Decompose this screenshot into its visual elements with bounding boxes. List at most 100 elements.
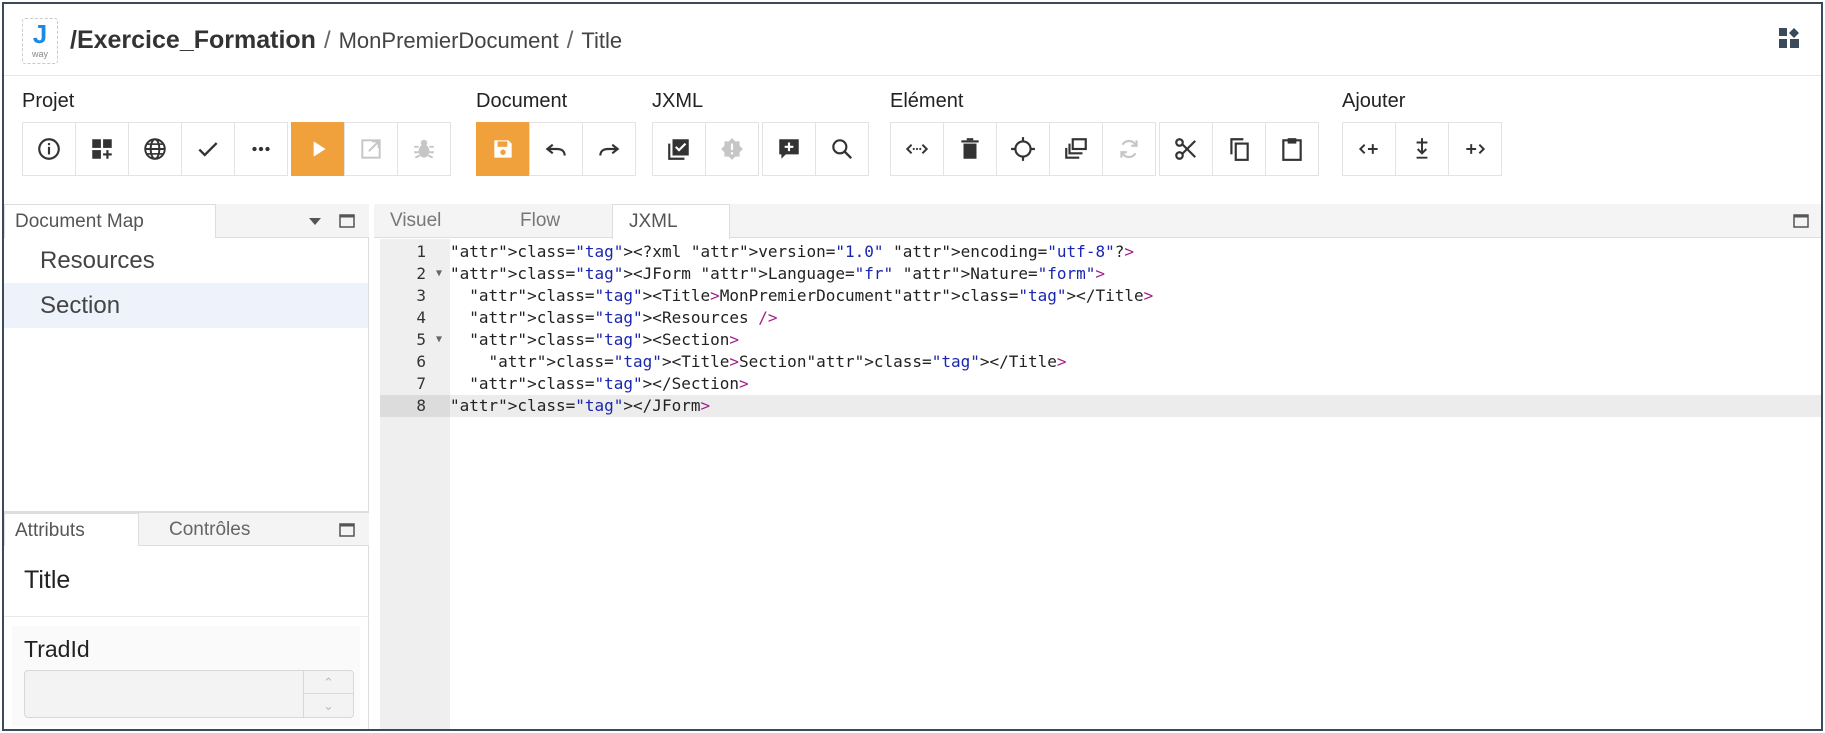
divider (4, 616, 369, 617)
more-button[interactable] (234, 122, 288, 176)
project-name[interactable]: /Exercice_Formation (70, 26, 316, 54)
code-line-active[interactable]: "attr">class="tag"></JForm> (450, 395, 1821, 417)
duplicate-button[interactable] (1049, 122, 1103, 176)
add-comment-button[interactable] (762, 122, 816, 176)
info-button[interactable] (22, 122, 76, 176)
layout-toggle-icon[interactable] (1777, 26, 1801, 50)
check-button[interactable] (181, 122, 235, 176)
code-editor[interactable]: "attr">class="tag"><?xml "attr">version=… (450, 239, 1821, 729)
undo-button[interactable] (529, 122, 583, 176)
tradid-input[interactable]: ⌃ ⌄ (24, 670, 354, 718)
delete-button[interactable] (943, 122, 997, 176)
tree-item-section[interactable]: Section (4, 283, 368, 328)
code-line[interactable]: "attr">class="tag"><Title>MonPremierDocu… (450, 285, 1821, 307)
fold-toggle-icon[interactable]: ▼ (436, 263, 442, 285)
app-window: J way /Exercice_Formation / MonPremierDocu… (2, 2, 1823, 731)
group-label: Document (476, 90, 568, 112)
editor-panel: Visuel Flow JXML 1 2 ▼ 3 4 5 ▼ 6 7 8 "attr… (374, 204, 1821, 729)
toolbar-group-projet: Projet (22, 90, 451, 176)
save-button[interactable] (476, 122, 530, 176)
tab-jxml[interactable]: JXML (612, 204, 730, 239)
code-line[interactable]: "attr">class="tag"><Section> (450, 329, 1821, 351)
toolbar-group-element: Elément (890, 90, 1319, 176)
tab-flow[interactable]: Flow (504, 204, 576, 238)
maximize-icon[interactable] (338, 212, 356, 230)
search-icon (832, 139, 853, 160)
refresh-button[interactable] (1102, 122, 1156, 176)
expand-horizontal-button[interactable] (890, 122, 944, 176)
paste-button[interactable] (1265, 122, 1319, 176)
tab-attributs[interactable]: Attributs (4, 513, 139, 548)
tradid-field-group: TradId ⌃ ⌄ (12, 626, 360, 726)
tab-controles[interactable]: Contrôles (159, 513, 260, 547)
locate-button[interactable] (996, 122, 1050, 176)
open-external-button[interactable] (344, 122, 398, 176)
errors-button[interactable] (705, 122, 759, 176)
search-button[interactable] (815, 122, 869, 176)
dashboard-add-button[interactable] (75, 122, 129, 176)
logo-subtext: way (31, 49, 48, 59)
group-label: Ajouter (1342, 90, 1406, 112)
expand-horizontal-icon (905, 143, 929, 155)
code-line[interactable]: "attr">class="tag"><JForm "attr">Languag… (450, 263, 1821, 285)
maximize-icon[interactable] (1792, 212, 1810, 230)
line-number-active: 8 (380, 395, 450, 417)
app-logo[interactable]: J way (22, 18, 58, 64)
insert-child-icon (1416, 138, 1428, 159)
open-external-icon (361, 139, 381, 159)
fold-toggle-icon[interactable]: ▼ (436, 329, 442, 351)
stepper-up-icon[interactable]: ⌃ (304, 671, 353, 694)
cut-icon (1175, 138, 1196, 160)
crosshair-icon (1011, 137, 1035, 161)
paste-icon (1282, 138, 1302, 161)
line-number: 3 (416, 286, 426, 305)
redo-icon (599, 143, 620, 156)
insert-after-icon (1466, 143, 1486, 155)
tradid-stepper[interactable]: ⌃ ⌄ (303, 671, 353, 717)
attributes-header: Attributs Contrôles (4, 512, 369, 548)
line-number: 7 (416, 374, 426, 393)
logo-letter: J (32, 19, 48, 49)
stepper-down-icon[interactable]: ⌄ (304, 694, 353, 717)
insert-before-icon (1358, 143, 1378, 155)
tab-document-map[interactable]: Document Map (4, 204, 216, 239)
duplicate-icon (1065, 138, 1087, 159)
breadcrumb-separator: / (566, 27, 574, 54)
line-number-gutter: 1 2 ▼ 3 4 5 ▼ 6 7 8 (380, 239, 450, 729)
tree-item-resources[interactable]: Resources (4, 238, 368, 283)
insert-child-button[interactable] (1395, 122, 1449, 176)
toolbar: Projet Document JXML Elément Ajouter (4, 76, 1821, 204)
code-line[interactable]: "attr">class="tag"><Title>Section"attr">… (450, 351, 1821, 373)
validate-button[interactable] (652, 122, 706, 176)
editor-tabs: Visuel Flow JXML (374, 204, 1821, 239)
document-map-header: Document Map (4, 204, 369, 239)
element-title: Title (24, 566, 71, 594)
dashboard-add-icon (92, 139, 112, 159)
copy-button[interactable] (1212, 122, 1266, 176)
cut-button[interactable] (1159, 122, 1213, 176)
left-panels: Document Map Resources Section Attributs… (4, 204, 369, 729)
redo-button[interactable] (582, 122, 636, 176)
globe-button[interactable] (128, 122, 182, 176)
run-button[interactable] (291, 122, 345, 176)
maximize-icon[interactable] (338, 521, 356, 539)
tab-visuel[interactable]: Visuel (374, 204, 457, 238)
group-label: Projet (22, 90, 75, 112)
bug-icon (414, 139, 434, 159)
code-line[interactable]: "attr">class="tag"><Resources /> (450, 307, 1821, 329)
code-line[interactable]: "attr">class="tag"><?xml "attr">version=… (450, 241, 1821, 263)
dropdown-icon[interactable] (306, 212, 324, 230)
debug-button[interactable] (397, 122, 451, 176)
validate-icon (668, 139, 689, 160)
play-icon (313, 141, 326, 157)
breadcrumb-document[interactable]: MonPremierDocument (339, 28, 559, 53)
toolbar-group-jxml: JXML (652, 90, 869, 176)
attributes-body: Title TradId ⌃ ⌄ (4, 546, 369, 729)
tradid-label: TradId (24, 636, 90, 662)
breadcrumb-separator: / (323, 27, 331, 54)
insert-before-button[interactable] (1342, 122, 1396, 176)
delete-icon (961, 138, 979, 159)
breadcrumb-element[interactable]: Title (581, 28, 622, 53)
code-line[interactable]: "attr">class="tag"></Section> (450, 373, 1821, 395)
insert-after-button[interactable] (1448, 122, 1502, 176)
